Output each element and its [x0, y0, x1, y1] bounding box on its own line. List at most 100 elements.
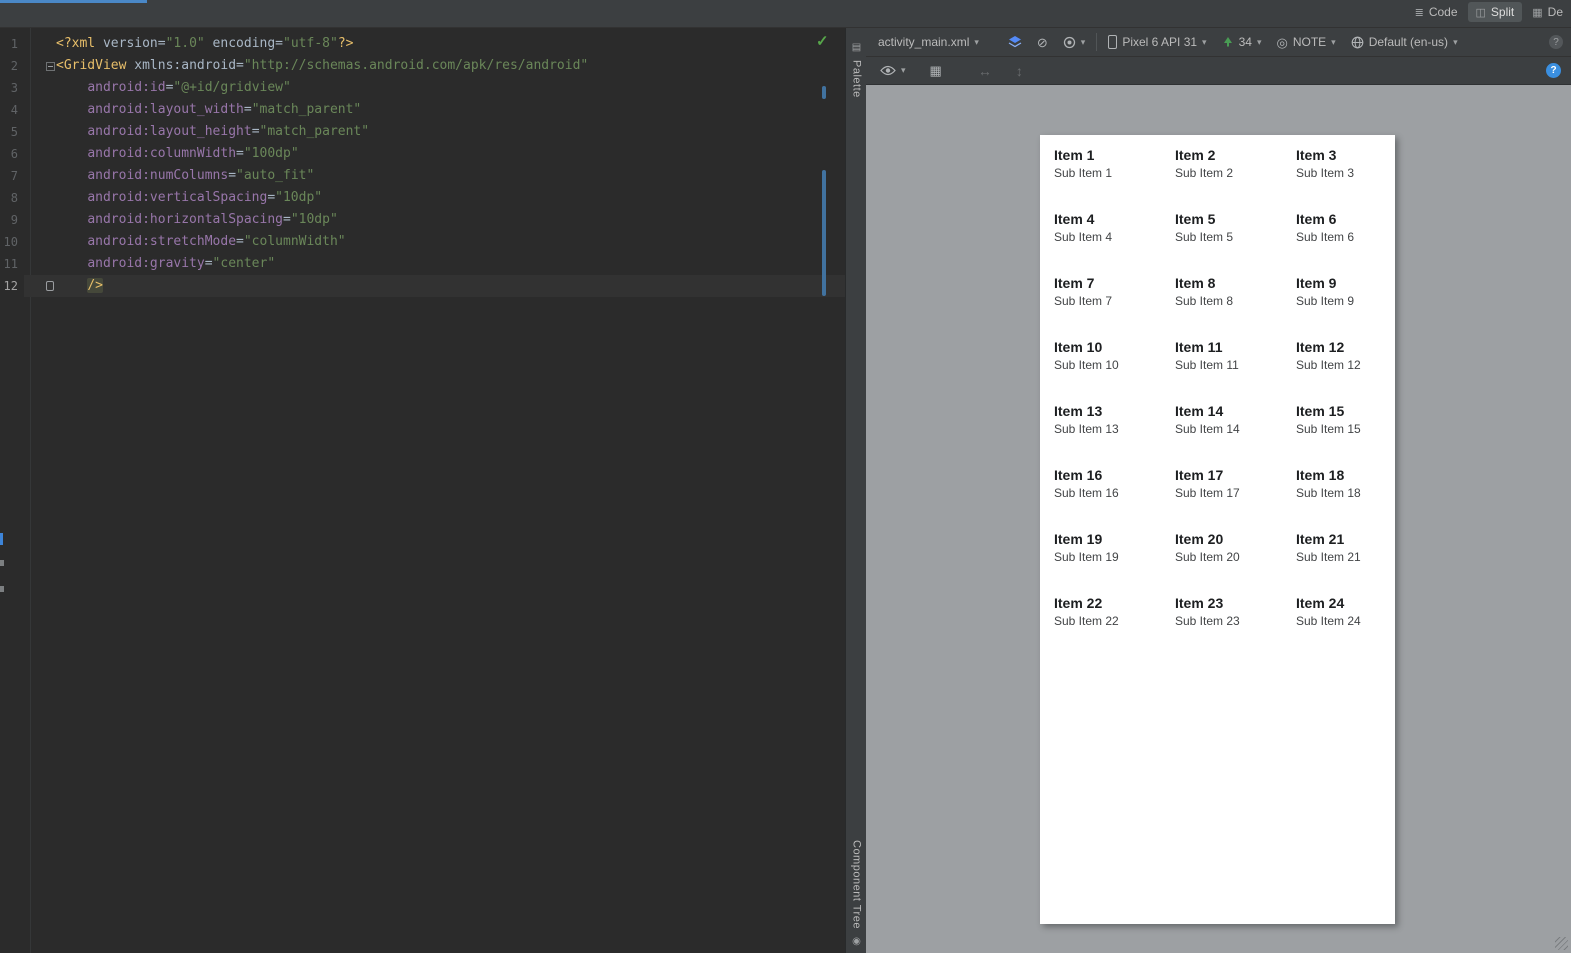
active-file-tab-indicator[interactable] — [0, 0, 147, 3]
line-number[interactable]: 2 — [0, 55, 24, 77]
theme-selector[interactable]: ◎ NOTE ▾ — [1272, 33, 1339, 51]
component-tree-icon: ◉ — [852, 936, 861, 947]
grid-overlay-icon: ▦ — [929, 63, 942, 78]
theme-name: NOTE — [1292, 35, 1327, 49]
chevron-down-icon: ▾ — [1331, 36, 1336, 47]
grid-item-subtitle: Sub Item 9 — [1296, 294, 1355, 308]
grid-item-title: Item 17 — [1175, 467, 1224, 483]
color-actions-button[interactable]: ▾ — [1059, 34, 1090, 51]
grid-item[interactable]: Item 24 Sub Item 24 — [1296, 595, 1409, 659]
chevron-down-icon: ▾ — [1202, 36, 1207, 47]
grid-item-title: Item 24 — [1296, 595, 1345, 611]
line-number[interactable]: 1 — [0, 33, 24, 55]
code-line-12[interactable]: 12 /> — [0, 275, 845, 297]
grid-item-subtitle: Sub Item 22 — [1054, 614, 1119, 628]
design-surface[interactable]: Item 1 Sub Item 1 Item 2 Sub Item 2 Item 3 Su… — [866, 85, 1571, 953]
code-line-5[interactable]: 5 android:layout_height="match_parent" — [0, 121, 845, 143]
blueprint-mode-button[interactable]: ▦ — [926, 62, 946, 79]
issue-icon: ? — [1553, 36, 1559, 48]
code-line-4[interactable]: 4 android:layout_width="match_parent" — [0, 99, 845, 121]
grid-item[interactable]: Item 12 Sub Item 12 — [1296, 339, 1409, 403]
grid-item-title: Item 16 — [1054, 467, 1103, 483]
line-number[interactable]: 10 — [0, 231, 24, 253]
fold-marker-icon[interactable] — [46, 62, 55, 71]
editor-tab-bar: ≣ Code ◫ Split ▦ De — [0, 0, 1571, 28]
gridview-preview[interactable]: Item 1 Sub Item 1 Item 2 Sub Item 2 Item 3 Su… — [1040, 135, 1395, 659]
line-number[interactable]: 11 — [0, 253, 24, 275]
xml-code-editor[interactable]: 1 <?xml version="1.0" encoding="utf-8"?> 2… — [0, 28, 845, 953]
grid-item[interactable]: Item 9 Sub Item 9 — [1296, 275, 1409, 339]
grid-item-subtitle: Sub Item 10 — [1054, 358, 1119, 372]
line-number[interactable]: 7 — [0, 165, 24, 187]
resize-grip[interactable] — [1555, 937, 1568, 950]
grid-item[interactable]: Item 13 Sub Item 13 — [1054, 403, 1175, 467]
grid-item[interactable]: Item 1 Sub Item 1 — [1054, 147, 1175, 211]
grid-item[interactable]: Item 4 Sub Item 4 — [1054, 211, 1175, 275]
grid-item[interactable]: Item 5 Sub Item 5 — [1175, 211, 1296, 275]
view-options-button[interactable]: ▾ — [876, 63, 910, 78]
grid-item[interactable]: Item 19 Sub Item 19 — [1054, 531, 1175, 595]
disable-preview-button[interactable]: ⊘ — [1033, 34, 1052, 51]
help-button[interactable]: ? — [1546, 63, 1561, 78]
grid-item[interactable]: Item 17 Sub Item 17 — [1175, 467, 1296, 531]
color-picker-icon — [1063, 36, 1075, 48]
grid-item[interactable]: Item 16 Sub Item 16 — [1054, 467, 1175, 531]
code-line-6[interactable]: 6 android:columnWidth="100dp" — [0, 143, 845, 165]
code-line-11[interactable]: 11 android:gravity="center" — [0, 253, 845, 275]
grid-item[interactable]: Item 20 Sub Item 20 — [1175, 531, 1296, 595]
tool-window-stripe-marker[interactable] — [0, 533, 3, 545]
grid-item-subtitle: Sub Item 12 — [1296, 358, 1361, 372]
line-number[interactable]: 8 — [0, 187, 24, 209]
device-preview-screen[interactable]: Item 1 Sub Item 1 Item 2 Sub Item 2 Item 3 Su… — [1040, 135, 1395, 924]
code-text: /> — [56, 275, 845, 297]
line-number[interactable]: 12 — [0, 275, 24, 297]
api-level-selector[interactable]: 34 ▾ — [1218, 33, 1266, 51]
palette-tool-button[interactable]: ▤ Palette — [846, 42, 867, 98]
code-lines[interactable]: 1 <?xml version="1.0" encoding="utf-8"?> 2… — [0, 28, 845, 297]
locale-selector[interactable]: Default (en-us) ▾ — [1347, 33, 1462, 51]
design-tool-strip: ▤ Palette Component Tree ◉ — [845, 28, 866, 953]
chevron-down-icon: ▾ — [974, 36, 979, 47]
code-line-8[interactable]: 8 android:verticalSpacing="10dp" — [0, 187, 845, 209]
grid-item[interactable]: Item 8 Sub Item 8 — [1175, 275, 1296, 339]
grid-item[interactable]: Item 18 Sub Item 18 — [1296, 467, 1409, 531]
line-number[interactable]: 5 — [0, 121, 24, 143]
line-number[interactable]: 3 — [0, 77, 24, 99]
pan-vertical-button[interactable]: ↕ — [1012, 61, 1027, 81]
line-number[interactable]: 6 — [0, 143, 24, 165]
device-selector[interactable]: Pixel 6 API 31 ▾ — [1104, 33, 1210, 51]
split-view-button[interactable]: ◫ Split — [1467, 2, 1523, 22]
grid-item[interactable]: Item 7 Sub Item 7 — [1054, 275, 1175, 339]
grid-item-title: Item 14 — [1175, 403, 1224, 419]
line-number[interactable]: 4 — [0, 99, 24, 121]
grid-item-subtitle: Sub Item 20 — [1175, 550, 1240, 564]
grid-item[interactable]: Item 23 Sub Item 23 — [1175, 595, 1296, 659]
gutter-fold-column — [24, 121, 56, 143]
grid-item[interactable]: Item 2 Sub Item 2 — [1175, 147, 1296, 211]
grid-item-title: Item 12 — [1296, 339, 1345, 355]
issue-indicator-button[interactable]: ? — [1549, 35, 1563, 49]
grid-item[interactable]: Item 6 Sub Item 6 — [1296, 211, 1409, 275]
code-view-button[interactable]: ≣ Code — [1407, 2, 1466, 22]
pan-horizontal-button[interactable]: ↔ — [974, 61, 996, 81]
grid-item[interactable]: Item 3 Sub Item 3 — [1296, 147, 1409, 211]
code-line-9[interactable]: 9 android:horizontalSpacing="10dp" — [0, 209, 845, 231]
code-line-2[interactable]: 2 <GridView xmlns:android="http://schemas… — [0, 55, 845, 77]
grid-item-title: Item 20 — [1175, 531, 1224, 547]
code-line-7[interactable]: 7 android:numColumns="auto_fit" — [0, 165, 845, 187]
grid-item[interactable]: Item 14 Sub Item 14 — [1175, 403, 1296, 467]
line-number[interactable]: 9 — [0, 209, 24, 231]
gutter-fold-column — [24, 77, 56, 99]
code-line-3[interactable]: 3 android:id="@+id/gridview" — [0, 77, 845, 99]
grid-item[interactable]: Item 22 Sub Item 22 — [1054, 595, 1175, 659]
grid-item[interactable]: Item 15 Sub Item 15 — [1296, 403, 1409, 467]
file-selector[interactable]: activity_main.xml ▾ — [874, 33, 983, 51]
code-line-10[interactable]: 10 android:stretchMode="columnWidth" — [0, 231, 845, 253]
grid-item[interactable]: Item 10 Sub Item 10 — [1054, 339, 1175, 403]
layers-button[interactable] — [1004, 33, 1026, 51]
component-tree-tool-button[interactable]: Component Tree ◉ — [846, 840, 867, 947]
grid-item[interactable]: Item 21 Sub Item 21 — [1296, 531, 1409, 595]
design-view-button[interactable]: ▦ De — [1524, 2, 1571, 22]
code-line-1[interactable]: 1 <?xml version="1.0" encoding="utf-8"?> — [0, 33, 845, 55]
grid-item[interactable]: Item 11 Sub Item 11 — [1175, 339, 1296, 403]
